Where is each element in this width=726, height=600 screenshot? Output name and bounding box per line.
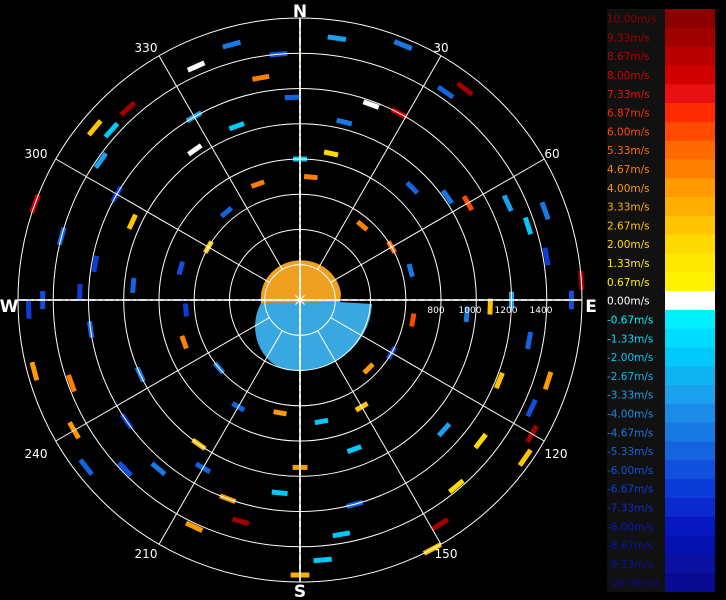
colorbar-swatch	[665, 366, 715, 386]
colorbar-swatch	[665, 479, 715, 499]
colorbar-swatch	[665, 272, 715, 292]
bearing-label-30: 30	[433, 41, 448, 55]
colorbar-label: -2.00m/s	[607, 352, 653, 364]
range-label-800: 800	[427, 306, 444, 316]
colorbar-label: 4.67m/s	[607, 164, 650, 176]
radar-plot: N E S W 30 60 120 150 210 240 300 330 80…	[0, 0, 600, 600]
colorbar-label: -6.67m/s	[607, 484, 653, 496]
colorbar-label: -4.67m/s	[607, 427, 653, 439]
colorbar-swatch	[665, 65, 715, 85]
colorbar-swatch	[665, 347, 715, 367]
colorbar-label: 4.00m/s	[607, 183, 650, 195]
colorbar-swatch	[665, 516, 715, 536]
colorbar-swatch	[665, 234, 715, 254]
cardinal-north: N	[293, 2, 307, 22]
colorbar-label: -7.33m/s	[607, 503, 653, 515]
colorbar-swatch	[665, 385, 715, 405]
colorbar-label: 2.67m/s	[607, 220, 650, 232]
colorbar-swatch	[665, 422, 715, 442]
colorbar-swatch	[665, 46, 715, 66]
range-label-1200: 1200	[495, 306, 518, 316]
colorbar-swatch	[665, 178, 715, 198]
colorbar-label: -9.33m/s	[607, 559, 653, 571]
colorbar-swatch	[665, 103, 715, 123]
cardinal-south: S	[294, 582, 306, 600]
colorbar-label: -8.67m/s	[607, 540, 653, 552]
colorbar-swatch	[665, 9, 715, 29]
colorbar-label: 10.00m/s	[607, 14, 656, 26]
colorbar-label: 3.33m/s	[607, 202, 650, 214]
bearing-label-210: 210	[135, 547, 158, 561]
colorbar-label: 1.33m/s	[607, 258, 650, 270]
range-label-1400: 1400	[530, 306, 553, 316]
colorbar-label: -1.33m/s	[607, 333, 653, 345]
bearing-label-330: 330	[135, 41, 158, 55]
colorbar-label: 5.33m/s	[607, 145, 650, 157]
colorbar-label: -5.33m/s	[607, 446, 653, 458]
range-label-1000: 1000	[459, 306, 482, 316]
colorbar-label: 2.00m/s	[607, 239, 650, 251]
colorbar-swatch	[665, 140, 715, 160]
colorbar-label: 8.00m/s	[607, 70, 650, 82]
colorbar-label: -3.33m/s	[607, 390, 653, 402]
colorbar-swatch	[665, 535, 715, 555]
radar-center-icon	[294, 294, 306, 306]
colorbar-swatch	[665, 460, 715, 480]
colorbar-label: 0.00m/s	[607, 296, 650, 308]
colorbar-label: -8.00m/s	[607, 521, 653, 533]
colorbar-swatch	[665, 159, 715, 179]
echo-cell	[25, 300, 32, 319]
colorbar-swatch	[665, 253, 715, 273]
colorbar-label: 9.33m/s	[607, 32, 650, 44]
colorbar-swatch	[665, 197, 715, 217]
colorbar-label: -6.00m/s	[607, 465, 653, 477]
echo-cell	[77, 283, 83, 301]
colorbar-label: -2.67m/s	[607, 371, 653, 383]
bearing-label-150: 150	[435, 547, 458, 561]
colorbar-label: 8.67m/s	[607, 51, 650, 63]
cardinal-east: E	[585, 297, 597, 317]
cardinal-west: W	[0, 297, 19, 317]
colorbar-swatch	[665, 554, 715, 574]
colorbar-swatch	[665, 328, 715, 348]
echo-cell	[284, 94, 302, 101]
colorbar-swatch	[665, 291, 715, 311]
colorbar-label: -10.00m/s	[607, 578, 660, 590]
colorbar-label: 0.67m/s	[607, 277, 650, 289]
bearing-label-60: 60	[544, 147, 559, 161]
colorbar-swatch	[665, 215, 715, 236]
bearing-label-300: 300	[25, 147, 48, 161]
bearing-label-120: 120	[545, 447, 568, 461]
echo-cell	[487, 298, 493, 315]
colorbar-swatch	[665, 497, 715, 518]
colorbar-swatch	[665, 84, 715, 104]
colorbar-label: 7.33m/s	[607, 89, 650, 101]
colorbar-swatch	[665, 403, 715, 424]
colorbar-swatch	[665, 441, 715, 461]
colorbar-swatch	[665, 573, 715, 592]
colorbar-label: -0.67m/s	[607, 314, 653, 326]
colorbar-swatch	[665, 27, 715, 48]
colorbar-label: 6.87m/s	[607, 108, 650, 120]
bearing-label-240: 240	[25, 447, 48, 461]
colorbar-swatch	[665, 309, 715, 330]
colorbar-label: -4.00m/s	[607, 408, 653, 420]
velocity-colorbar: 10.00m/s 9.33m/s 8.67m/s 8.00m/s 7.33m/s 6.87…	[607, 9, 715, 592]
colorbar-swatch	[665, 121, 715, 142]
colorbar-label: 6.00m/s	[607, 126, 650, 138]
